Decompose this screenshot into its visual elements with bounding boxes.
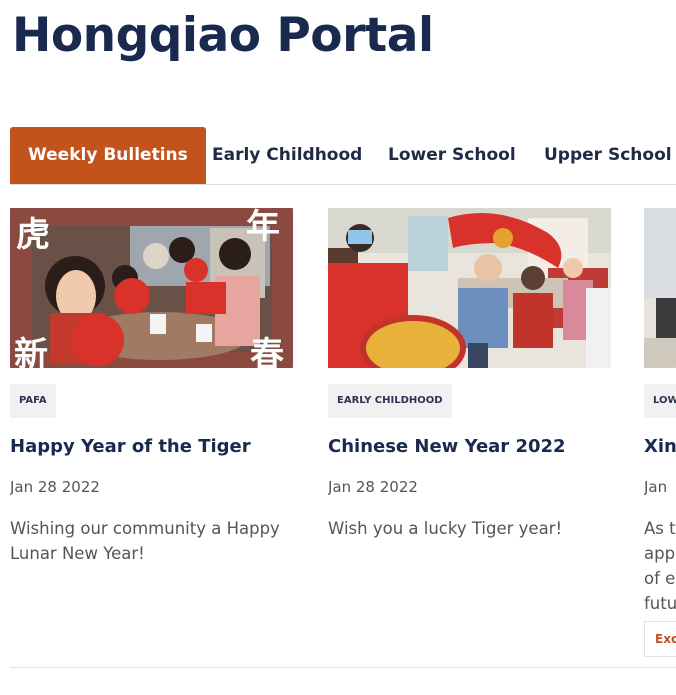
category-badge[interactable]: PAFA <box>10 384 56 418</box>
card-date: Jan 28 2022 <box>328 478 418 496</box>
classroom-photo <box>328 208 611 368</box>
news-card-chinese-new-year[interactable]: EARLY CHILDHOOD Chinese New Year 2022 Ja… <box>328 208 611 668</box>
card-description: Wish you a lucky Tiger year! <box>328 519 563 538</box>
card-image-tiger[interactable]: 虎 年 新 春 <box>10 208 293 368</box>
card-title[interactable]: Happy Year of the Tiger <box>10 436 251 457</box>
news-card-xin[interactable]: LOW Xin Jan As t app of e futu Excl <box>644 208 676 668</box>
card-image-new-year[interactable] <box>328 208 611 368</box>
tab-weekly-bulletins[interactable]: Weekly Bulletins <box>10 127 206 184</box>
read-more-button[interactable]: Excl <box>644 621 676 657</box>
card-title[interactable]: Chinese New Year 2022 <box>328 436 566 457</box>
tab-lower-school[interactable]: Lower School <box>388 127 516 184</box>
category-badge[interactable]: EARLY CHILDHOOD <box>328 384 452 418</box>
tab-upper-school[interactable]: Upper School <box>544 127 672 184</box>
card-image-xin[interactable] <box>644 208 676 368</box>
new-glyph: 新 <box>14 335 48 368</box>
tiger-glyph: 虎 <box>16 215 50 255</box>
card-description: Wishing our community a Happy Lunar New … <box>10 519 280 563</box>
category-badge[interactable]: LOW <box>644 384 676 418</box>
tiger-photo: 虎 年 新 春 <box>10 208 293 368</box>
tab-early-childhood[interactable]: Early Childhood <box>212 127 362 184</box>
year-glyph: 年 <box>246 208 280 247</box>
divider <box>10 667 676 668</box>
tab-bar: Weekly Bulletins Early Childhood Lower S… <box>10 127 676 185</box>
card-description: As t app of e futu <box>644 519 676 613</box>
card-title[interactable]: Xin <box>644 436 676 457</box>
news-card-tiger[interactable]: 虎 年 新 春 PAFA Happy Year of the Tiger Jan… <box>10 208 293 668</box>
spring-glyph: 春 <box>250 335 284 368</box>
card-date: Jan <box>644 478 668 496</box>
xin-photo <box>644 208 676 368</box>
card-date: Jan 28 2022 <box>10 478 100 496</box>
page-title: Hongqiao Portal <box>12 8 434 63</box>
